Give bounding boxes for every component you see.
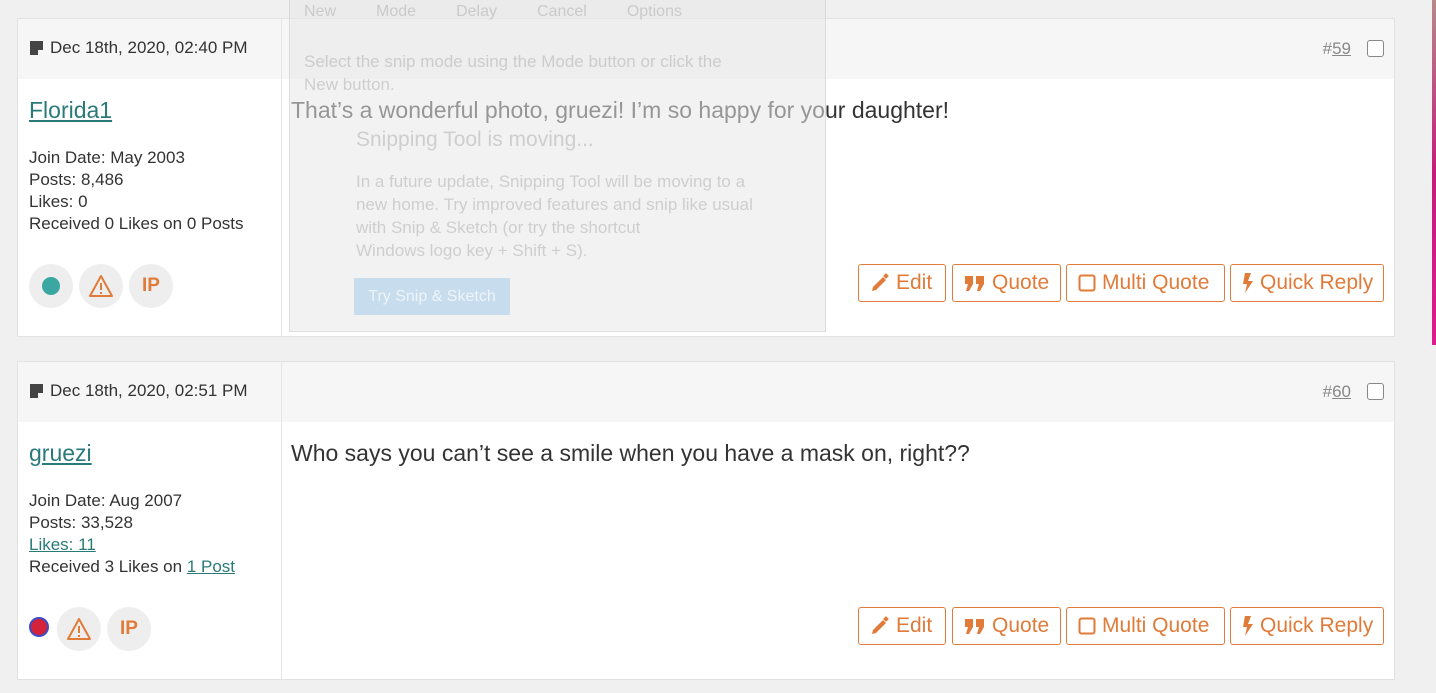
lightning-icon <box>1242 272 1254 294</box>
post-number-hash: # <box>1322 382 1333 401</box>
warning-icon <box>89 275 113 297</box>
toolbar-options: Options <box>626 3 682 20</box>
username-link[interactable]: Florida1 <box>29 97 112 124</box>
multi-quote-button[interactable]: Multi Quote <box>1066 607 1225 645</box>
snipping-body-line: Windows logo key + Shift + S). <box>356 241 588 260</box>
report-button[interactable] <box>79 264 123 308</box>
quote-button[interactable]: Quote <box>952 607 1061 645</box>
try-snip-sketch-button: Try Snip & Sketch <box>354 278 510 315</box>
online-status-button[interactable] <box>29 264 73 308</box>
column-divider <box>281 19 282 336</box>
desktop-edge <box>1432 0 1436 345</box>
column-divider <box>281 362 282 679</box>
post-number-hash: # <box>1322 39 1333 58</box>
toolbar-delay: Delay <box>456 3 497 20</box>
post-select-checkbox[interactable] <box>1367 40 1384 57</box>
post-count: Posts: 33,528 <box>29 513 133 532</box>
multi-quote-label: Multi Quote <box>1102 271 1210 294</box>
report-button[interactable] <box>57 607 101 651</box>
toolbar-new: New <box>304 3 337 20</box>
received-likes-text: Received 3 Likes on <box>29 557 187 576</box>
snipping-body-line: In a future update, Snipping Tool will b… <box>356 172 746 191</box>
post-number-link[interactable]: 59 <box>1332 39 1351 58</box>
edit-label: Edit <box>896 271 933 294</box>
ip-button[interactable]: IP <box>129 264 173 308</box>
toolbar-mode: Mode <box>376 3 417 20</box>
snipping-body: In a future update, Snipping Tool will b… <box>356 170 753 262</box>
snipping-body-line: with Snip & Sketch (or try the shortcut <box>356 218 641 237</box>
received-post-link[interactable]: 1 Post <box>187 557 235 576</box>
post-message: That’s a wonderful photo, gruezi! I’m so… <box>291 97 950 123</box>
quote-button[interactable]: Quote <box>952 264 1061 302</box>
warning-icon <box>67 618 91 640</box>
user-info: Join Date: Aug 2007 Posts: 33,528 Likes:… <box>29 490 235 578</box>
edit-button[interactable]: Edit <box>858 607 946 645</box>
post-date-text: Dec 18th, 2020, 02:51 PM <box>50 381 248 400</box>
post-count: Posts: 8,486 <box>29 170 124 189</box>
offline-status-button[interactable] <box>29 617 49 637</box>
likes-link[interactable]: Likes: 11 <box>29 535 96 554</box>
quote-icon <box>964 617 986 635</box>
offline-status-icon <box>29 617 49 637</box>
user-info: Join Date: May 2003 Posts: 8,486 Likes: … <box>29 147 244 235</box>
quick-reply-button[interactable]: Quick Reply <box>1230 264 1384 302</box>
checkbox-icon <box>1078 274 1096 292</box>
join-date: Join Date: May 2003 <box>29 148 185 167</box>
ip-label: IP <box>142 275 160 296</box>
post-number: #60 <box>1323 382 1351 402</box>
post-number-link[interactable]: 60 <box>1332 382 1351 401</box>
quick-reply-label: Quick Reply <box>1260 614 1374 637</box>
post-select-checkbox[interactable] <box>1367 383 1384 400</box>
received-likes: Received 0 Likes on 0 Posts <box>29 214 244 233</box>
post-60: Dec 18th, 2020, 02:51 PM #60 gruezi Join… <box>17 361 1395 680</box>
post-icon <box>30 384 43 398</box>
pencil-icon <box>870 273 890 293</box>
username-link[interactable]: gruezi <box>29 440 92 467</box>
post-number: #59 <box>1323 39 1351 59</box>
snipping-body-line: new home. Try improved features and snip… <box>356 195 753 214</box>
toolbar-cancel: Cancel <box>537 3 587 20</box>
snipping-title: Snipping Tool is moving... <box>356 128 594 151</box>
post-message: Who says you can’t see a smile when you … <box>291 440 970 466</box>
pencil-icon <box>870 616 890 636</box>
post-59: Dec 18th, 2020, 02:40 PM #59 Florida1 Jo… <box>17 0 1395 337</box>
quick-reply-button[interactable]: Quick Reply <box>1230 607 1384 645</box>
lightning-icon <box>1242 615 1254 637</box>
online-status-icon <box>42 277 60 295</box>
received-likes: Received 3 Likes on 1 Post <box>29 556 235 578</box>
ip-button[interactable]: IP <box>107 607 151 651</box>
post-date: Dec 18th, 2020, 02:40 PM <box>30 38 248 58</box>
edit-button[interactable]: Edit <box>858 264 946 302</box>
post-date: Dec 18th, 2020, 02:51 PM <box>30 381 248 401</box>
post-date-text: Dec 18th, 2020, 02:40 PM <box>50 38 248 57</box>
quick-reply-label: Quick Reply <box>1260 271 1374 294</box>
checkbox-icon <box>1078 617 1096 635</box>
quote-label: Quote <box>992 271 1050 294</box>
edit-label: Edit <box>896 614 933 637</box>
post-icon <box>30 41 43 55</box>
quote-label: Quote <box>992 614 1050 637</box>
multi-quote-label: Multi Quote <box>1102 614 1210 637</box>
join-date: Join Date: Aug 2007 <box>29 491 183 510</box>
likes-count: Likes: 0 <box>29 192 88 211</box>
ip-label: IP <box>120 618 138 639</box>
quote-icon <box>964 274 986 292</box>
multi-quote-button[interactable]: Multi Quote <box>1066 264 1225 302</box>
